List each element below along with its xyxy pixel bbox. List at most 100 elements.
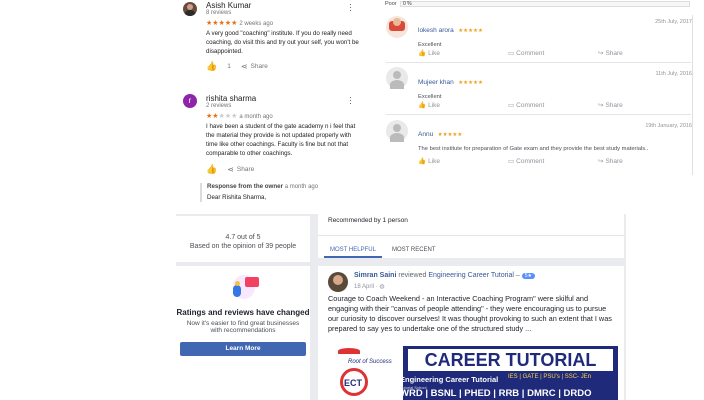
fb-review-item: lokesh arora ★★★★★ 25th July, 2017 Excel… — [418, 19, 692, 48]
avatar — [386, 67, 408, 89]
share-button[interactable]: ↪ Share — [598, 157, 623, 166]
reviewer-meta: 2 reviews — [206, 103, 232, 109]
review-post-card: Simran Saini reviewed Engineering Career… — [318, 266, 624, 400]
owner-response-time: a month ago — [284, 184, 319, 190]
ect-logo: Root of Success ECT — [328, 346, 403, 400]
poor-bar-label: Poor — [385, 1, 397, 7]
comment-button[interactable]: ▭ Comment — [508, 49, 598, 58]
owner-response-label: Response from the owner — [207, 183, 283, 190]
share-button[interactable]: ↪ Share — [598, 101, 623, 110]
post-verb: reviewed — [398, 272, 427, 279]
fb-review-item: Annu ★★★★★ 19th January, 2016 The best i… — [418, 123, 692, 152]
share-icon: ↪ — [598, 50, 604, 57]
feed-header: Recommended by 1 person MOST HELPFUL MOS… — [318, 214, 624, 258]
reviewer-name[interactable]: rishita sharma — [206, 94, 386, 103]
post-arrow: – — [515, 272, 520, 279]
more-options-icon[interactable]: · · · — [349, 0, 352, 15]
rating-stars: ★★ — [206, 113, 219, 120]
divider — [386, 62, 691, 63]
thumbs-up-icon[interactable]: 👍 — [206, 61, 217, 72]
owner-response-text: Dear Rishita Sharma, — [207, 194, 267, 201]
thumbs-up-icon: 👍 — [418, 50, 427, 57]
avatar — [328, 272, 348, 292]
post-text: Courage to Coach Weekend - an Interactiv… — [328, 294, 612, 333]
logo-tagline: Root of Success — [348, 359, 392, 365]
share-icon: ⋖ — [240, 62, 248, 71]
notice-card: Ratings and reviews have changed Now it'… — [176, 266, 310, 400]
like-button[interactable]: 👍 Like — [418, 49, 508, 58]
banner-subline2: WRD | BSNL | PHED | RRB | DMRC | DRDO — [400, 388, 592, 399]
like-button[interactable]: 👍 Like — [418, 157, 508, 166]
rating-summary-basis: Based on the opinion of 39 people — [189, 243, 297, 250]
divider — [386, 114, 691, 115]
share-button[interactable]: ⋖ Share — [227, 165, 254, 174]
fb-review-item: Mujeer khan ★★★★★ 11th July, 2016 Excell… — [418, 71, 692, 100]
notice-body: Now it's easier to find great businesses… — [186, 320, 300, 334]
share-button[interactable]: ⋖ Share — [241, 62, 268, 71]
reviews-illustration-icon — [225, 273, 261, 303]
review-text: Excellent — [418, 94, 442, 100]
poor-bar-track: 0 % — [400, 1, 690, 7]
learn-more-button[interactable]: Learn More — [180, 342, 306, 356]
google-review-item: Asish Kumar 8 reviews ★★★★★ 2 weeks ago … — [206, 1, 386, 72]
reviewer-name[interactable]: Asish Kumar — [206, 1, 386, 10]
share-icon: ⋖ — [227, 165, 234, 174]
tab-most-helpful[interactable]: MOST HELPFUL — [324, 238, 382, 258]
rating-stars: ★★★★★ — [206, 20, 238, 27]
banner-headline: CAREER TUTORIAL — [408, 349, 613, 371]
share-button[interactable]: ↪ Share — [598, 49, 623, 58]
comment-button[interactable]: ▭ Comment — [508, 101, 598, 110]
like-count: 1 — [227, 63, 231, 70]
banner-caption: Engineering Career Tutorial — [400, 375, 499, 384]
google-review-item: rishita sharma 2 reviews ★★★★★ a month a… — [206, 94, 386, 175]
comment-icon: ▭ — [508, 50, 515, 57]
review-time: 2 weeks ago — [239, 21, 274, 27]
post-banner-image[interactable]: Root of Success ECT CAREER TUTORIAL IES … — [328, 346, 618, 400]
panel-edge — [692, 15, 693, 175]
notice-title: Ratings and reviews have changed — [176, 308, 310, 317]
like-button[interactable]: 👍 Like — [418, 101, 508, 110]
thumbs-up-icon: 👍 — [418, 158, 427, 165]
rating-summary-text: 4.7 out of 5 — [225, 234, 261, 241]
share-icon: ↪ — [598, 158, 604, 165]
logo-text: ECT — [344, 378, 362, 388]
rating-stars: ★★★★★ — [458, 80, 483, 86]
post-author[interactable]: Simran Saini — [354, 272, 396, 279]
owner-response: Response from the owner a month ago Dear… — [200, 183, 360, 202]
thumbs-up-icon[interactable]: 👍 — [206, 164, 217, 175]
review-text: The best institute for preparation of Ga… — [418, 146, 649, 152]
avatar — [183, 2, 197, 16]
avatar: r — [183, 94, 197, 108]
review-date: 25th July, 2017 — [655, 19, 692, 25]
rating-stars: ★★★★★ — [458, 28, 483, 34]
reviewer-name[interactable]: Mujeer khan — [418, 79, 454, 86]
review-text: Excellent — [418, 42, 442, 48]
review-date: 11th July, 2016 — [655, 71, 693, 77]
review-date: 19th January, 2016 — [645, 123, 692, 129]
rating-stars: ★★★★★ — [437, 132, 463, 138]
share-icon: ↪ — [598, 102, 604, 109]
avatar — [386, 120, 408, 142]
review-text: I have been a student of the gate academ… — [206, 123, 356, 157]
rating-badge: 5★ — [521, 273, 536, 279]
avatar — [386, 16, 408, 38]
banner-subline: IES | GATE | PSU's | SSC- JEn — [508, 374, 592, 380]
recommended-count: Recommended by 1 person — [328, 217, 408, 224]
tab-most-recent[interactable]: MOST RECENT — [386, 238, 442, 258]
poor-bar-percent: 0 % — [403, 1, 412, 7]
reviewer-meta: 8 reviews — [206, 10, 232, 16]
review-time: a month ago — [239, 114, 273, 120]
rating-stars-empty: ★★★ — [218, 113, 238, 120]
review-text: A very good "coaching" institute. If you… — [206, 30, 359, 55]
rating-summary-card: 4.7 out of 5 Based on the opinion of 39 … — [176, 216, 310, 262]
more-options-icon[interactable]: · · · — [349, 93, 352, 108]
thumbs-up-icon: 👍 — [418, 102, 427, 109]
post-date[interactable]: 18 April — [354, 284, 374, 290]
post-page[interactable]: Engineering Career Tutorial — [428, 272, 514, 279]
reviewer-name[interactable]: lokesh arora — [418, 27, 454, 34]
globe-icon: · ◍ — [375, 284, 385, 290]
comment-button[interactable]: ▭ Comment — [508, 157, 598, 166]
comment-icon: ▭ — [508, 102, 515, 109]
reviewer-name[interactable]: Annu — [418, 131, 433, 138]
comment-icon: ▭ — [508, 158, 515, 165]
